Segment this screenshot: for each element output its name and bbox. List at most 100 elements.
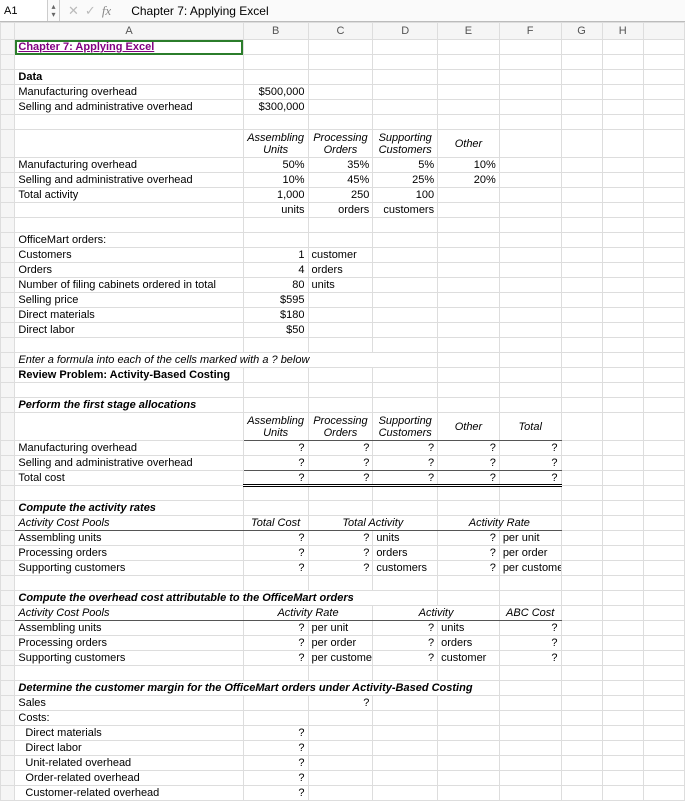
- cell[interactable]: ?: [373, 621, 438, 636]
- cell[interactable]: ?: [499, 651, 561, 666]
- cell[interactable]: Activity Rate: [243, 606, 373, 621]
- cell[interactable]: ?: [373, 636, 438, 651]
- cell[interactable]: Direct materials: [15, 726, 243, 741]
- cell[interactable]: Direct materials: [15, 308, 243, 323]
- cell[interactable]: Selling price: [15, 293, 243, 308]
- cell[interactable]: Processing orders: [15, 546, 243, 561]
- cell[interactable]: Activity Cost Pools: [15, 516, 243, 531]
- cell[interactable]: ?: [243, 441, 308, 456]
- cell[interactable]: Selling and administrative overhead: [15, 173, 243, 188]
- cell[interactable]: 25%: [373, 173, 438, 188]
- cell[interactable]: Other: [438, 413, 500, 441]
- cell[interactable]: 1,000: [243, 188, 308, 203]
- fx-label[interactable]: fx: [102, 3, 121, 19]
- cell[interactable]: ?: [308, 441, 373, 456]
- cell[interactable]: 1: [243, 248, 308, 263]
- col-B-header[interactable]: B: [243, 23, 308, 40]
- cell[interactable]: Selling and administrative overhead: [15, 100, 243, 115]
- cell[interactable]: orders: [373, 546, 438, 561]
- cell[interactable]: per customer: [308, 651, 373, 666]
- col-E-header[interactable]: E: [438, 23, 500, 40]
- name-box-stepper[interactable]: ▴ ▾: [48, 0, 60, 21]
- cell[interactable]: Order-related overhead: [15, 771, 243, 786]
- cell[interactable]: ?: [373, 456, 438, 471]
- cell[interactable]: ?: [243, 651, 308, 666]
- cell[interactable]: Assembling Units: [243, 413, 308, 441]
- cell[interactable]: ?: [499, 621, 561, 636]
- cell[interactable]: Direct labor: [15, 741, 243, 756]
- cell[interactable]: 10%: [438, 158, 500, 173]
- cell[interactable]: Orders: [15, 263, 243, 278]
- cell[interactable]: Determine the customer margin for the Of…: [15, 681, 499, 696]
- cell[interactable]: Costs:: [15, 711, 243, 726]
- cell[interactable]: Activity Rate: [438, 516, 561, 531]
- cell[interactable]: per unit: [308, 621, 373, 636]
- cell[interactable]: [643, 40, 684, 55]
- cell[interactable]: $595: [243, 293, 308, 308]
- cell[interactable]: ?: [243, 771, 308, 786]
- cell[interactable]: Other: [438, 130, 500, 158]
- cell[interactable]: ?: [243, 561, 308, 576]
- cell[interactable]: ?: [499, 636, 561, 651]
- cell[interactable]: Manufacturing overhead: [15, 158, 243, 173]
- cell[interactable]: ?: [373, 441, 438, 456]
- cell[interactable]: Perform the first stage allocations: [15, 398, 243, 413]
- cell[interactable]: Compute the overhead cost attributable t…: [15, 591, 438, 606]
- cell[interactable]: per order: [308, 636, 373, 651]
- cell[interactable]: customers: [373, 561, 438, 576]
- cell[interactable]: ?: [499, 456, 561, 471]
- cell[interactable]: Review Problem: Activity-Based Costing: [15, 368, 243, 383]
- cell[interactable]: Compute the activity rates: [15, 501, 243, 516]
- select-all-corner[interactable]: [1, 23, 15, 40]
- cell[interactable]: Activity: [373, 606, 500, 621]
- cell[interactable]: [602, 40, 643, 55]
- cell[interactable]: [308, 40, 373, 55]
- cell[interactable]: 20%: [438, 173, 500, 188]
- cell[interactable]: units: [373, 531, 438, 546]
- cell[interactable]: per customer: [499, 561, 561, 576]
- cell[interactable]: ?: [438, 546, 500, 561]
- cell[interactable]: ?: [499, 471, 561, 486]
- name-box[interactable]: A1: [0, 0, 48, 21]
- cell[interactable]: orders: [308, 203, 373, 218]
- cell[interactable]: [243, 40, 308, 55]
- cell[interactable]: ?: [243, 756, 308, 771]
- cell[interactable]: 4: [243, 263, 308, 278]
- cell[interactable]: ?: [499, 441, 561, 456]
- cell[interactable]: orders: [438, 636, 500, 651]
- cell[interactable]: ?: [243, 621, 308, 636]
- cell[interactable]: Sales: [15, 696, 243, 711]
- cell[interactable]: ?: [243, 456, 308, 471]
- col-G-header[interactable]: G: [561, 23, 602, 40]
- cell[interactable]: ?: [243, 786, 308, 801]
- cell[interactable]: Manufacturing overhead: [15, 85, 243, 100]
- cell[interactable]: ?: [308, 471, 373, 486]
- cell[interactable]: per unit: [499, 531, 561, 546]
- cell[interactable]: Selling and administrative overhead: [15, 456, 243, 471]
- worksheet-grid[interactable]: A B C D E F G H Chapter 7: Applying Exce…: [0, 22, 685, 801]
- cell[interactable]: ?: [308, 561, 373, 576]
- col-D-header[interactable]: D: [373, 23, 438, 40]
- cell[interactable]: Processing Orders: [308, 130, 373, 158]
- cell[interactable]: Number of filing cabinets ordered in tot…: [15, 278, 243, 293]
- cell[interactable]: ?: [243, 531, 308, 546]
- cell[interactable]: Total Activity: [308, 516, 438, 531]
- cell[interactable]: $50: [243, 323, 308, 338]
- cell[interactable]: 80: [243, 278, 308, 293]
- cell[interactable]: Total: [499, 413, 561, 441]
- cell[interactable]: ?: [243, 471, 308, 486]
- cell[interactable]: Customers: [15, 248, 243, 263]
- cell[interactable]: Supporting customers: [15, 561, 243, 576]
- cell[interactable]: Assembling units: [15, 621, 243, 636]
- cell[interactable]: Enter a formula into each of the cells m…: [15, 353, 438, 368]
- col-C-header[interactable]: C: [308, 23, 373, 40]
- col-H-header[interactable]: H: [602, 23, 643, 40]
- cell[interactable]: ?: [308, 546, 373, 561]
- cell[interactable]: 45%: [308, 173, 373, 188]
- cell[interactable]: [373, 40, 438, 55]
- cell[interactable]: Supporting Customers: [373, 413, 438, 441]
- cancel-icon[interactable]: ✕: [68, 3, 79, 19]
- cell-A1[interactable]: Chapter 7: Applying Excel: [15, 40, 243, 55]
- cell[interactable]: Total cost: [15, 471, 243, 486]
- cell[interactable]: Direct labor: [15, 323, 243, 338]
